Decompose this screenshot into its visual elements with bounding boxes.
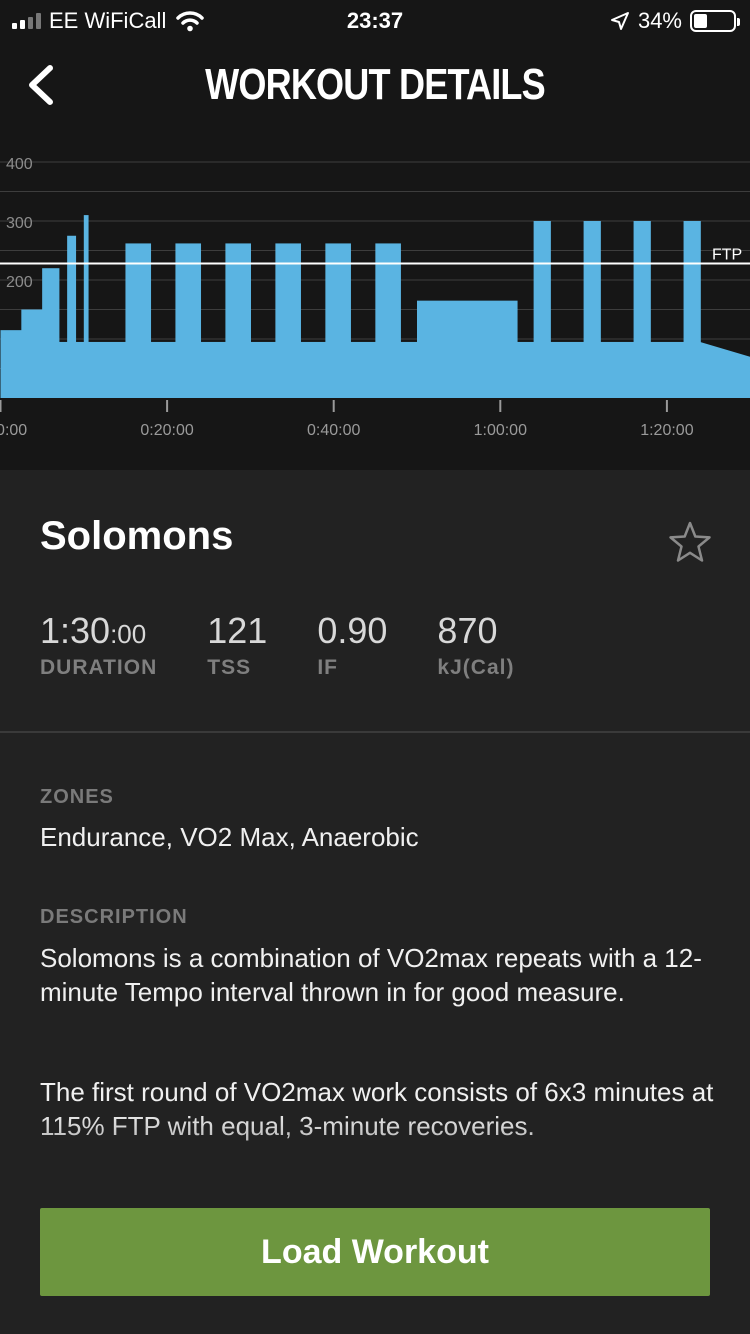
- y-tick-label: 300: [6, 215, 33, 232]
- y-tick-label: 200: [6, 274, 33, 291]
- stat-value: 1:30: [40, 610, 111, 651]
- stat-label: IF: [317, 656, 339, 679]
- chart-segment: [200, 341, 227, 398]
- stat-value: 0.90: [317, 610, 388, 651]
- stat-duration: 1:30:00 DURATION: [40, 610, 157, 680]
- battery-percent: 34%: [637, 8, 682, 33]
- chart-segment: [0, 330, 22, 398]
- stat-if: 0.90 IF: [317, 610, 387, 680]
- load-workout-button[interactable]: Load Workout: [40, 1208, 710, 1296]
- ftp-label: FTP: [712, 246, 742, 263]
- description-label: DESCRIPTION: [40, 906, 188, 928]
- chart-segment: [21, 309, 43, 398]
- location-arrow-icon: [610, 12, 629, 30]
- workout-profile-chart: 400300200100FTP0:00:000:20:000:40:001:00…: [0, 156, 750, 439]
- workout-name: Solomons: [40, 514, 234, 558]
- chart-segment: [417, 300, 518, 398]
- x-tick-label: 0:20:00: [140, 422, 193, 439]
- battery-icon: [690, 10, 740, 32]
- stat-kj: 870 kJ(Cal): [437, 610, 514, 680]
- stat-value: 121: [207, 610, 268, 651]
- chart-segment: [175, 243, 202, 398]
- description-paragraph-1: Solomons is a combination of VO2max repe…: [40, 943, 702, 1007]
- description-paragraph-2: The first round of VO2max work consists …: [40, 1077, 714, 1141]
- chart-segment: [42, 268, 60, 398]
- stat-label: TSS: [207, 656, 252, 679]
- workout-stats: 1:30:00 DURATION 121 TSS 0.90 IF 870 kJ(…: [40, 610, 564, 680]
- chevron-left-icon[interactable]: [22, 62, 62, 108]
- x-tick-label: 1:00:00: [474, 422, 527, 439]
- chart-segment: [583, 221, 601, 398]
- chart-segment: [225, 243, 251, 398]
- chart-segment: [550, 341, 585, 398]
- chart-segment: [58, 341, 68, 398]
- stat-value: 870: [437, 610, 498, 651]
- chart-segment: [700, 341, 750, 398]
- chart-segment: [683, 221, 701, 398]
- chart-segment: [83, 215, 89, 398]
- chart-segment: [400, 341, 418, 398]
- chart-segment: [533, 221, 551, 398]
- chart-segment: [250, 341, 276, 398]
- chart-segment: [75, 341, 85, 398]
- chart-segment: [633, 221, 651, 398]
- divider: [0, 731, 750, 733]
- chart-segment: [125, 243, 152, 398]
- chart-segment: [67, 235, 77, 398]
- chart-segment: [375, 243, 401, 398]
- chart-segment: [150, 341, 177, 398]
- stat-label: DURATION: [40, 656, 158, 679]
- page-title: WORKOUT DETAILS: [205, 60, 546, 109]
- nav-bar: WORKOUT DETAILS: [0, 50, 750, 120]
- stat-label: kJ(Cal): [437, 656, 515, 679]
- stat-value-seconds: :00: [110, 619, 147, 649]
- chart-segment: [600, 341, 635, 398]
- chart-segment: [516, 341, 535, 398]
- chart-segment: [87, 341, 127, 398]
- chart-segment: [325, 243, 351, 398]
- chart-segment: [650, 341, 685, 398]
- chart-segment: [300, 341, 326, 398]
- x-tick-label: 0:40:00: [307, 422, 360, 439]
- x-tick-label: 1:20:00: [640, 422, 693, 439]
- zones-text: Endurance, VO2 Max, Anaerobic: [40, 822, 419, 852]
- chart-segment: [350, 341, 376, 398]
- stat-tss: 121 TSS: [207, 610, 267, 680]
- x-tick-label: 0:00:00: [0, 422, 27, 439]
- status-bar: EE WiFiCall 23:37 34%: [0, 0, 750, 40]
- y-tick-label: 400: [6, 156, 33, 173]
- star-outline-icon[interactable]: [668, 520, 712, 564]
- status-right: 34%: [610, 8, 740, 34]
- chart-segment: [275, 243, 301, 398]
- zones-label: ZONES: [40, 786, 114, 808]
